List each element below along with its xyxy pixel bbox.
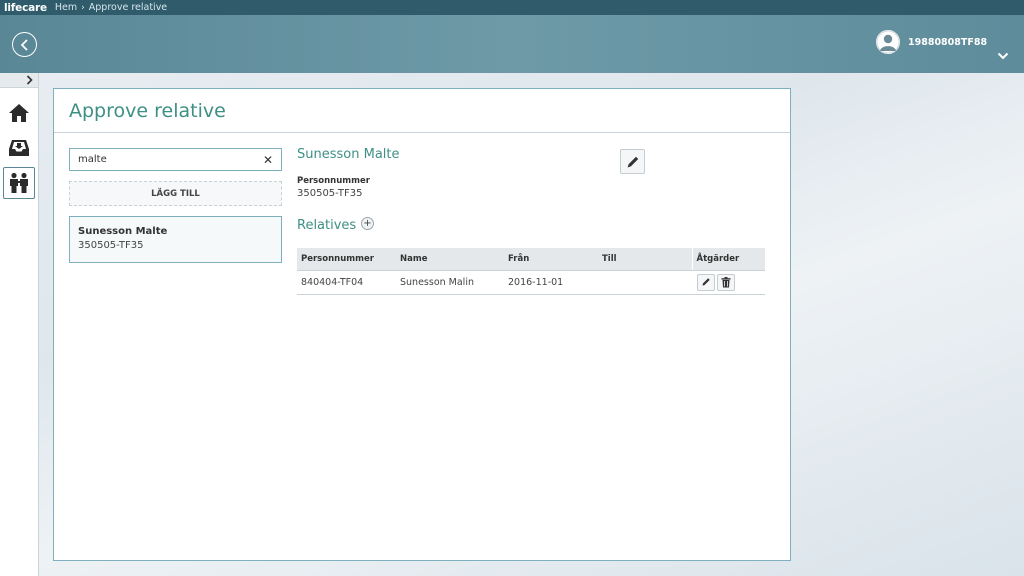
edit-person-button[interactable]: [620, 149, 645, 174]
trash-icon: [721, 276, 730, 287]
add-button[interactable]: LÄGG TILL: [69, 181, 282, 206]
sidebar-item-relatives[interactable]: [3, 167, 35, 199]
edit-relative-button[interactable]: [696, 273, 715, 291]
sidebar-item-home[interactable]: [3, 97, 35, 129]
column-to: Till: [598, 248, 692, 271]
chevron-right-icon: [26, 75, 33, 85]
chevron-left-icon: [20, 38, 28, 51]
search-result-item[interactable]: Sunesson Malte 350505-TF35: [69, 216, 282, 263]
cell-name: Sunesson Malin: [396, 270, 504, 295]
cell-from: 2016-11-01: [504, 270, 598, 295]
table-header-row: Personnummer Name Från Till Åtgärder: [297, 248, 765, 271]
cell-actions: [691, 270, 765, 295]
result-name: Sunesson Malte: [78, 226, 168, 237]
breadcrumb-current: Approve relative: [88, 2, 168, 13]
search-input[interactable]: [70, 149, 250, 170]
cell-to: [598, 270, 692, 295]
user-name: 19880808TF88: [908, 36, 988, 48]
pencil-icon: [627, 156, 638, 167]
chevron-right-icon: ›: [81, 2, 85, 13]
brand-logo[interactable]: lifecare: [4, 2, 47, 14]
page-title: Approve relative: [69, 100, 226, 122]
inbox-icon: [9, 140, 29, 156]
cell-personnummer: 840404-TF04: [297, 270, 396, 295]
person-name: Sunesson Malte: [297, 147, 400, 162]
column-from: Från: [504, 248, 598, 271]
table-row: 840404-TF04 Sunesson Malin 2016-11-01: [297, 270, 765, 295]
title-divider: [54, 132, 790, 133]
breadcrumb-home[interactable]: Hem: [55, 2, 77, 13]
family-icon: [10, 172, 28, 193]
sidebar: [0, 73, 39, 576]
relatives-title: Relatives: [297, 218, 357, 233]
avatar: [876, 30, 900, 54]
search-box: ✕: [69, 148, 282, 171]
personnummer-label: Personnummer: [297, 176, 370, 186]
column-actions: Åtgärder: [691, 248, 765, 271]
column-personnummer: Personnummer: [297, 248, 396, 271]
main-panel: Approve relative ✕ LÄGG TILL Sunesson Ma…: [53, 88, 791, 561]
home-icon: [9, 104, 29, 122]
add-relative-button[interactable]: +: [361, 217, 374, 230]
delete-relative-button[interactable]: [716, 273, 735, 291]
user-menu[interactable]: 19880808TF88: [876, 30, 987, 54]
sidebar-toggle[interactable]: [0, 73, 38, 88]
top-bar: lifecare Hem › Approve relative: [0, 0, 1024, 15]
column-name: Name: [396, 248, 504, 271]
user-icon: [876, 30, 900, 54]
relatives-table: Personnummer Name Från Till Åtgärder 840…: [297, 248, 765, 295]
breadcrumb: Hem › Approve relative: [55, 2, 167, 13]
clear-search-icon[interactable]: ✕: [263, 153, 273, 167]
sidebar-item-inbox[interactable]: [3, 132, 35, 164]
personnummer-value: 350505-TF35: [297, 188, 363, 199]
header: 19880808TF88: [0, 15, 1024, 73]
result-id: 350505-TF35: [78, 240, 144, 251]
chevron-down-icon[interactable]: [997, 52, 1009, 60]
pencil-icon: [701, 278, 710, 286]
back-button[interactable]: [12, 32, 37, 57]
